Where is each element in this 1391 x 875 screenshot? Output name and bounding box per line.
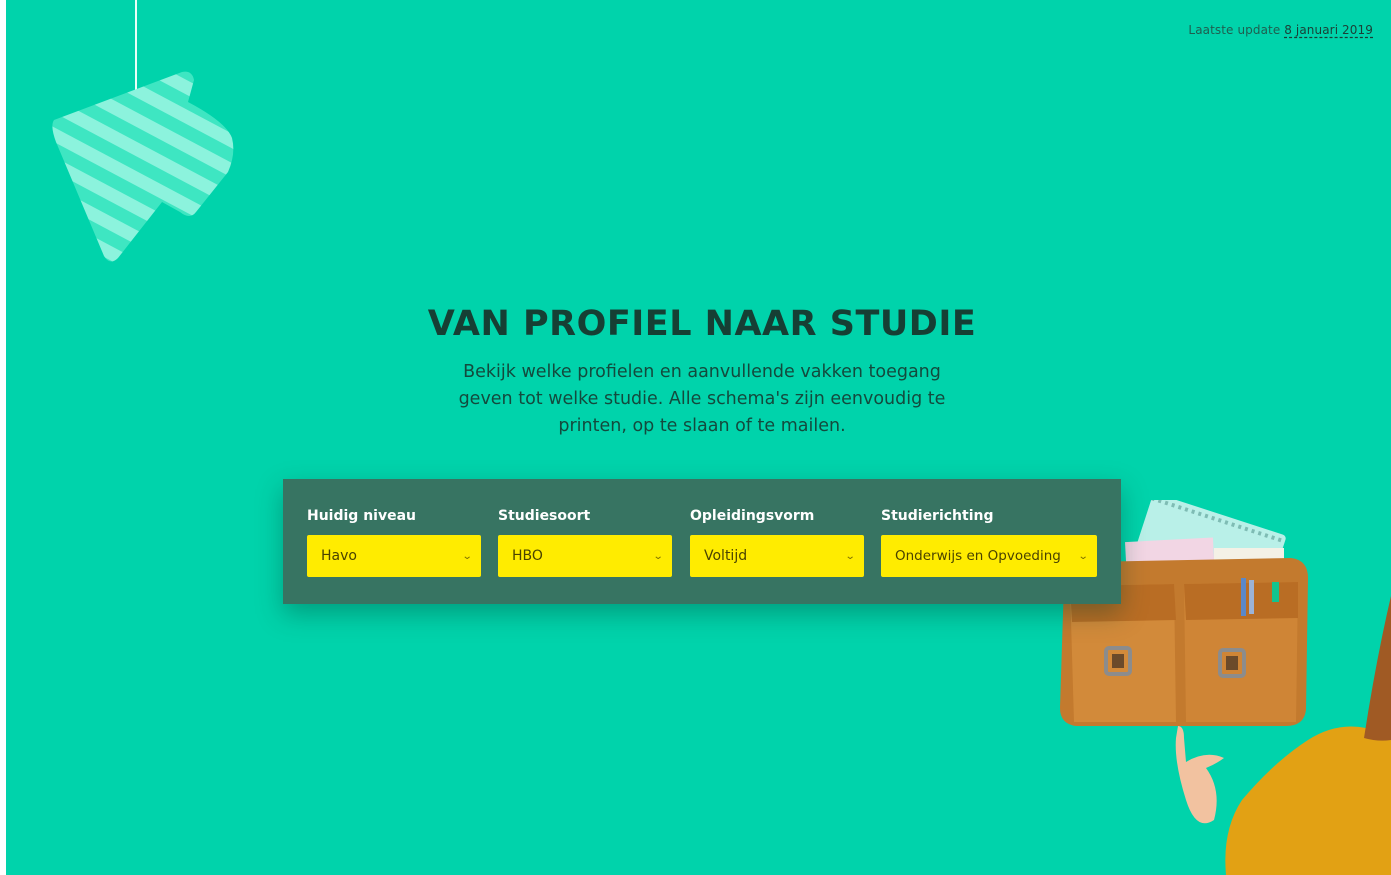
filter-studierichting: Studierichting Onderwijs en Opvoeding ⌄	[881, 507, 1097, 577]
filter-label: Studiesoort	[498, 508, 591, 524]
page-background: Laatste update 8 januari 2019 VAN PROFIE…	[6, 0, 1391, 875]
select-value: HBO	[512, 548, 543, 564]
filter-label: Huidig niveau	[307, 508, 416, 524]
page-subtitle: Bekijk welke profielen en aanvullende va…	[6, 359, 1391, 440]
studierichting-select[interactable]: Onderwijs en Opvoeding ⌄	[881, 535, 1097, 577]
select-value: Havo	[321, 548, 357, 564]
huidig-niveau-select[interactable]: Havo ⌄	[307, 535, 481, 577]
filter-panel: Huidig niveau Havo ⌄ Studiesoort HBO ⌄ O…	[283, 479, 1121, 604]
filter-opleidingsvorm: Opleidingsvorm Voltijd ⌄	[690, 507, 864, 577]
chevron-down-icon: ⌄	[1077, 550, 1089, 562]
opleidingsvorm-select[interactable]: Voltijd ⌄	[690, 535, 864, 577]
select-value: Voltijd	[704, 548, 748, 564]
striped-arrow-icon	[52, 71, 234, 262]
filter-label: Opleidingsvorm	[690, 508, 815, 524]
update-prefix: Laatste update	[1188, 23, 1281, 37]
chevron-down-icon: ⌄	[652, 550, 664, 562]
filter-label: Studierichting	[881, 508, 994, 524]
filter-huidig-niveau: Huidig niveau Havo ⌄	[307, 507, 481, 577]
select-value: Onderwijs en Opvoeding	[895, 548, 1061, 564]
subtitle-line: printen, op te slaan of te mailen.	[558, 416, 846, 436]
update-date-link[interactable]: 8 januari 2019	[1284, 23, 1373, 37]
chevron-down-icon: ⌄	[461, 550, 473, 562]
page-title: VAN PROFIEL NAAR STUDIE	[427, 304, 977, 344]
subtitle-line: geven tot welke studie. Alle schema's zi…	[458, 389, 946, 409]
subtitle-line: Bekijk welke profielen en aanvullende va…	[463, 362, 941, 382]
chevron-down-icon: ⌄	[844, 550, 856, 562]
studiesoort-select[interactable]: HBO ⌄	[498, 535, 672, 577]
filter-studiesoort: Studiesoort HBO ⌄	[498, 507, 672, 577]
last-update-note: Laatste update 8 januari 2019	[1188, 23, 1373, 37]
